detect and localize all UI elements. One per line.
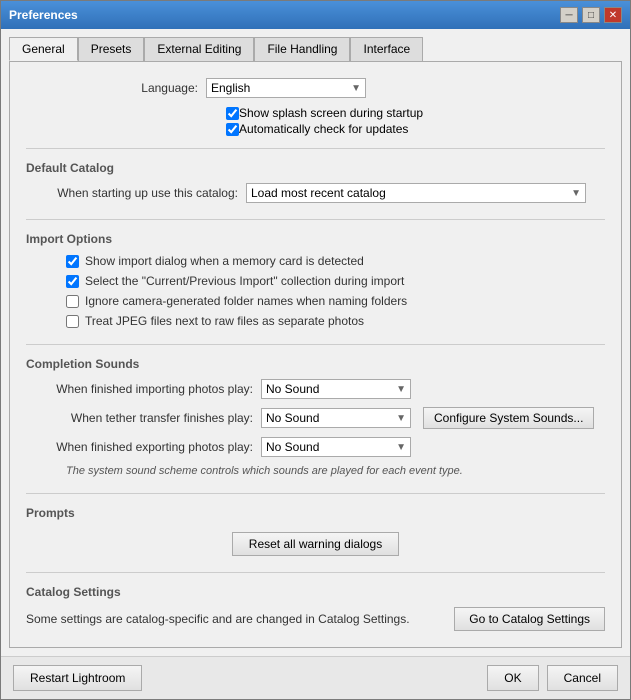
language-row: Language: English ▼ [26,78,605,98]
catalog-value: Load most recent catalog [251,186,386,200]
cancel-button[interactable]: Cancel [547,665,618,691]
prompts-title: Prompts [26,506,605,520]
reset-warnings-button[interactable]: Reset all warning dialogs [232,532,399,556]
divider-2 [26,219,605,220]
catalog-settings-title: Catalog Settings [26,585,605,599]
sound-row-1: When finished importing photos play: No … [26,379,605,399]
language-dropdown-arrow: ▼ [351,83,361,94]
updates-row: Automatically check for updates [226,122,605,136]
catalog-label: When starting up use this catalog: [26,186,246,200]
language-select[interactable]: English ▼ [206,78,366,98]
catalog-settings-section: Catalog Settings Some settings are catal… [26,585,605,631]
updates-label: Automatically check for updates [239,122,408,136]
catalog-settings-row: Some settings are catalog-specific and a… [26,607,605,631]
minimize-button[interactable]: ─ [560,7,578,23]
sound-arrow-1: ▼ [396,384,406,395]
default-catalog-title: Default Catalog [26,161,605,175]
import-option-2: Select the "Current/Previous Import" col… [66,274,605,288]
import-label-4: Treat JPEG files next to raw files as se… [85,314,364,328]
divider-5 [26,572,605,573]
ok-button[interactable]: OK [487,665,538,691]
catalog-row: When starting up use this catalog: Load … [26,183,605,203]
sound-label-2: When tether transfer finishes play: [26,411,261,425]
reset-btn-container: Reset all warning dialogs [26,532,605,556]
restart-lightroom-button[interactable]: Restart Lightroom [13,665,142,691]
title-controls: ─ □ ✕ [560,7,622,23]
bottom-bar: Restart Lightroom OK Cancel [1,656,630,699]
import-checkbox-4[interactable] [66,315,79,328]
import-checkbox-2[interactable] [66,275,79,288]
sound-row-2: When tether transfer finishes play: No S… [26,407,605,429]
import-label-1: Show import dialog when a memory card is… [85,254,364,268]
splash-label: Show splash screen during startup [239,106,423,120]
divider-1 [26,148,605,149]
window-title: Preferences [9,8,78,22]
import-option-3: Ignore camera-generated folder names whe… [66,294,605,308]
completion-sounds-title: Completion Sounds [26,357,605,371]
default-catalog-section: Default Catalog When starting up use thi… [26,161,605,203]
completion-sounds-section: Completion Sounds When finished importin… [26,357,605,477]
sound-label-1: When finished importing photos play: [26,382,261,396]
sound-value-1: No Sound [266,382,319,396]
import-options-title: Import Options [26,232,605,246]
tab-external-editing[interactable]: External Editing [144,37,254,61]
import-checkbox-1[interactable] [66,255,79,268]
configure-sounds-button[interactable]: Configure System Sounds... [423,407,594,429]
divider-3 [26,344,605,345]
splash-checkbox[interactable] [226,107,239,120]
title-bar: Preferences ─ □ ✕ [1,1,630,29]
main-content: General Presets External Editing File Ha… [1,29,630,656]
import-option-4: Treat JPEG files next to raw files as se… [66,314,605,328]
tab-interface[interactable]: Interface [350,37,423,61]
maximize-button[interactable]: □ [582,7,600,23]
import-option-1: Show import dialog when a memory card is… [66,254,605,268]
bottom-right-buttons: OK Cancel [487,665,618,691]
updates-checkbox[interactable] [226,123,239,136]
language-value: English [211,81,250,95]
catalog-dropdown-arrow: ▼ [571,188,581,199]
import-label-3: Ignore camera-generated folder names whe… [85,294,407,308]
sound-arrow-3: ▼ [396,442,406,453]
sound-value-3: No Sound [266,440,319,454]
tab-presets[interactable]: Presets [78,37,145,61]
tab-general[interactable]: General [9,37,78,61]
sound-select-1[interactable]: No Sound ▼ [261,379,411,399]
sound-arrow-2: ▼ [396,413,406,424]
catalog-select[interactable]: Load most recent catalog ▼ [246,183,586,203]
sound-note: The system sound scheme controls which s… [66,465,605,477]
sound-select-2[interactable]: No Sound ▼ [261,408,411,428]
preferences-window: Preferences ─ □ ✕ General Presets Extern… [0,0,631,700]
catalog-settings-description: Some settings are catalog-specific and a… [26,612,410,626]
import-label-2: Select the "Current/Previous Import" col… [85,274,404,288]
tab-file-handling[interactable]: File Handling [254,37,350,61]
close-button[interactable]: ✕ [604,7,622,23]
sound-select-3[interactable]: No Sound ▼ [261,437,411,457]
settings-row: Show splash screen during startup [226,106,605,120]
prompts-section: Prompts Reset all warning dialogs [26,506,605,556]
divider-4 [26,493,605,494]
sound-value-2: No Sound [266,411,319,425]
import-checkbox-3[interactable] [66,295,79,308]
language-label: Language: [26,81,206,95]
tab-bar: General Presets External Editing File Ha… [9,37,622,61]
general-tab-panel: Language: English ▼ Show splash screen d… [9,61,622,648]
sound-row-3: When finished exporting photos play: No … [26,437,605,457]
import-options-section: Import Options Show import dialog when a… [26,232,605,328]
sound-label-3: When finished exporting photos play: [26,440,261,454]
goto-catalog-settings-button[interactable]: Go to Catalog Settings [454,607,605,631]
